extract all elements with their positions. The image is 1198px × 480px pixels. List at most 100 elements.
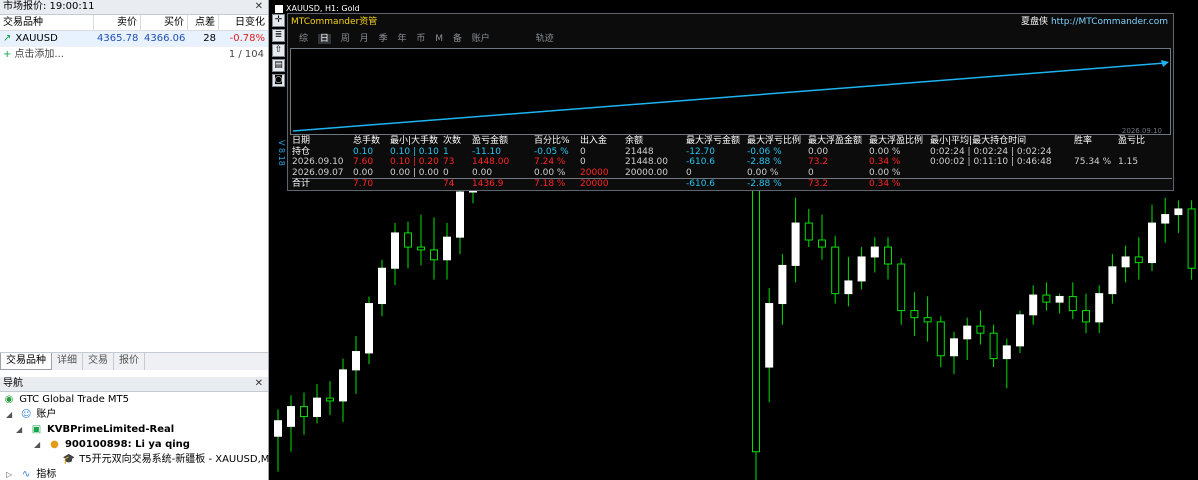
header-balance: 余额 <box>625 136 644 146</box>
cell-total-lots: 0.10 <box>353 146 374 157</box>
close-icon[interactable]: ✕ <box>255 377 263 391</box>
symbol-cell: ↗ XAUUSD <box>0 31 94 46</box>
left-candle-1 <box>287 406 295 427</box>
market-watch-tabs: 交易品种 详细 交易 报价 <box>0 352 268 370</box>
tab-day[interactable]: 日 <box>317 34 331 44</box>
tab-symbols[interactable]: 交易品种 <box>0 353 52 370</box>
table-row[interactable]: ↗ XAUUSD 4365.78 4366.06 28 -0.78% <box>0 31 268 47</box>
cell-min-max-lots: 0.10 | 0.10 <box>390 146 439 157</box>
add-symbol-label: 点击添加... <box>14 49 64 60</box>
column-symbol[interactable]: 交易品种 <box>0 15 94 30</box>
tab-details[interactable]: 详细 <box>52 353 83 370</box>
right-candle-14 <box>936 321 945 357</box>
cell-min-max-lots: 0.00 | 0.00 <box>390 167 439 178</box>
mtcommander-panel: MTCommander资管 夏盘侠 http://MTCommander.com… <box>287 13 1174 191</box>
left-candle-5 <box>339 369 347 402</box>
right-candle-15 <box>950 338 958 357</box>
left-candle-9 <box>391 232 399 269</box>
tab-year[interactable]: 年 <box>397 34 406 44</box>
accounts-icon: ☺ <box>20 409 32 420</box>
right-candle-17 <box>976 325 985 334</box>
cell-max-float-loss: -12.70 <box>686 146 716 157</box>
tab-account[interactable]: 账户 <box>472 34 490 44</box>
cell-pnl: 1448.00 <box>472 157 510 167</box>
save-icon[interactable]: ▤ <box>272 59 285 72</box>
stats-row-position[interactable]: 持仓 0.10 0.10 | 0.10 1 -11.10 -0.05 % 0 2… <box>292 147 1172 158</box>
tab-quarter[interactable]: 季 <box>379 34 388 44</box>
cell-max-float-profit: 73.2 <box>808 157 829 167</box>
cell-count: 74 <box>443 179 455 189</box>
tab-week[interactable]: 周 <box>341 34 350 44</box>
equity-curve-svg <box>292 60 1169 132</box>
brand-url[interactable]: http://MTCommander.com <box>1051 17 1168 27</box>
cell-percent: 7.24 % <box>534 157 566 167</box>
right-candle-16 <box>963 325 972 340</box>
right-candle-27 <box>1108 266 1117 295</box>
stats-row-day[interactable]: 2026.09.07 0.00 0.00 | 0.00 0 0.00 0.00 … <box>292 168 1172 179</box>
left-candle-14 <box>456 191 464 238</box>
navigator-item-server[interactable]: ◢ ▣ KVBPrimeLimited-Real <box>0 422 268 437</box>
list-icon[interactable]: ≣ <box>272 29 285 42</box>
tab-summary[interactable]: 综 <box>299 34 308 44</box>
right-candle-23 <box>1055 295 1064 303</box>
right-candle-22 <box>1042 294 1051 303</box>
column-ask[interactable]: 买价 <box>141 15 188 30</box>
right-candle-2 <box>778 264 787 305</box>
mtcommander-header: MTCommander资管 夏盘侠 http://MTCommander.com <box>288 16 1173 29</box>
right-candle-31 <box>1161 214 1170 224</box>
expand-icon[interactable]: ◢ <box>16 422 26 437</box>
tab-trading[interactable]: 交易 <box>83 353 114 370</box>
cell-percent: 0.00 % <box>534 167 566 178</box>
header-total-lots: 总手数 <box>353 136 381 146</box>
mtcommander-brand[interactable]: 夏盘侠 http://MTCommander.com <box>1021 16 1168 29</box>
cell-hold-time: 0:02:24 | 0:02:24 | 0:02:24 <box>930 146 1052 157</box>
stats-row-total[interactable]: 合计 7.70 74 1436.9 7.18 % 20000 -610.6 -2… <box>292 178 1172 189</box>
tab-month[interactable]: 月 <box>360 34 369 44</box>
left-candle-13 <box>443 236 451 261</box>
tab-currency[interactable]: 币 <box>416 34 425 44</box>
expand-icon[interactable]: ◢ <box>6 407 16 422</box>
navigator-item-indicators[interactable]: ▷ ∿ 指标 <box>0 467 268 480</box>
cell-percent: -0.05 % <box>534 146 569 157</box>
tab-trajectory[interactable]: 轨迹 <box>536 34 554 44</box>
expand-icon[interactable]: ◢ <box>34 437 44 452</box>
column-daily-change[interactable]: 日变化 <box>219 15 268 30</box>
camera-icon[interactable]: ◙ <box>272 74 285 87</box>
up-icon[interactable]: ⇧ <box>272 44 285 57</box>
cell-pnl: 0.00 <box>472 167 493 178</box>
left-panel: 市场报价: 19:00:11 ✕ 交易品种 卖价 买价 点差 日变化 ↗ XAUU… <box>0 0 276 480</box>
cell-balance: 21448 <box>625 146 654 157</box>
navigator-item-expert[interactable]: 🎓 T5开元双向交易系统-新疆板 - XAUUSD,M5 <box>0 452 276 467</box>
navigator-item-label: 900100898: Li ya qing <box>64 439 190 450</box>
left-candle-11 <box>417 246 425 251</box>
tab-ticks[interactable]: 报价 <box>114 353 145 370</box>
cell-deposit: 0 <box>580 157 586 167</box>
close-icon[interactable]: ✕ <box>255 0 263 14</box>
navigator-item-accounts[interactable]: ◢ ☺ 账户 <box>0 407 268 422</box>
cell-count: 0 <box>443 167 449 178</box>
tab-notes[interactable]: 备 <box>453 34 462 44</box>
stats-row-day[interactable]: 2026.09.10 7.60 0.10 | 0.20 73 1448.00 7… <box>292 157 1172 168</box>
add-symbol-row[interactable]: + 点击添加... 1 / 104 <box>0 47 268 62</box>
right-candle-19 <box>1002 345 1011 360</box>
right-candle-7 <box>844 280 853 295</box>
column-bid[interactable]: 卖价 <box>94 15 141 30</box>
stats-header-row: 日期 总手数 最小|大手数 次数 盈亏金额 百分比% 出入金 余额 最大浮亏金额… <box>292 136 1172 147</box>
cell-max-float-loss-pct: -2.88 % <box>747 179 782 189</box>
column-spread[interactable]: 点差 <box>188 15 219 30</box>
crosshair-icon[interactable]: ✛ <box>272 14 285 27</box>
equity-line <box>292 62 1166 132</box>
navigator-item-account[interactable]: ◢ ● 900100898: Li ya qing <box>0 437 268 452</box>
tab-m[interactable]: M <box>435 34 443 44</box>
left-candle-0 <box>274 420 282 437</box>
navigator-item-platform[interactable]: ◉ GTC Global Trade MT5 <box>0 392 268 407</box>
collapse-icon[interactable]: ▷ <box>6 467 16 480</box>
cell-max-float-profit-pct: 0.34 % <box>869 157 901 167</box>
right-candle-6 <box>831 246 840 295</box>
right-candle-21 <box>1029 294 1038 316</box>
header-max-float-profit-pct: 最大浮盈比例 <box>869 136 924 146</box>
right-candle-10 <box>884 246 892 265</box>
header-hold-time: 最小|平均|最大持仓时间 <box>930 136 1027 146</box>
chart-window-icon <box>275 4 283 13</box>
price-chart[interactable]: XAUUSD, H1: Gold ✛ ≣ ⇧ ▤ ◙ V 8.18 MTComm… <box>270 0 1198 480</box>
